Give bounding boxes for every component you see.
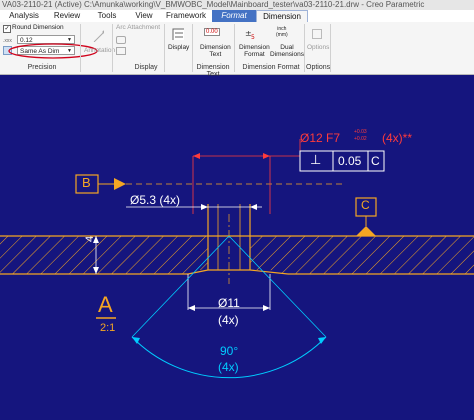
tab-framework[interactable]: Framework [160,10,212,22]
options-button[interactable]: Options [307,44,329,51]
dim-5-3[interactable]: Ø5.3 (4x) [130,193,180,207]
annotation-label[interactable]: Annotation [84,47,115,54]
display-group-label: Display [134,64,158,71]
dual-dimensions-button[interactable]: Dual Dimensions [270,44,304,58]
dimension-text-icon: 0.00 [204,28,220,36]
ribbon-panel: ✓ Round Dimension .xxx 0.12 ▼ Same As Dim… [0,22,474,78]
dim-11-count: (4x) [218,313,239,327]
dimension-text-button[interactable]: Dimension Text [200,44,231,58]
fcf-perpendicularity-icon: ⊥ [310,152,322,167]
display-button[interactable]: Display [168,44,189,51]
tab-review[interactable]: Review [48,10,86,22]
dimension-format-button[interactable]: Dimension Format [239,44,270,58]
tab-dimension[interactable]: Dimension [256,10,308,22]
display-icon [172,28,184,40]
drawing-canvas[interactable]: B C A 2:1 Ø12 F7 +0.03 +0.02 (4x)** ⊥ 0.… [0,74,474,420]
annotation-icon [93,30,104,42]
svg-text:5: 5 [251,34,255,39]
window-title: VA03-2110-21 (Active) C:\Amunka\working\… [0,0,474,10]
angle-count: (4x) [218,360,239,374]
scale-label: 2:1 [100,322,116,334]
display-option-icon [116,47,126,55]
dimension-format-icon: ±5 [245,29,255,39]
hole-tol-lower: +0.02 [354,136,367,142]
options-icon [312,29,322,39]
fcf-datum: C [371,154,380,168]
dual-dimensions-icon: inch (mm) [276,26,288,38]
hole-callout[interactable]: Ø12 F7 [300,131,340,145]
hole-tol-upper: +0.03 [354,129,367,135]
tab-tools[interactable]: Tools [86,10,128,22]
datum-c-label[interactable]: C [361,198,370,212]
tab-view[interactable]: View [128,10,160,22]
hole-count: (4x)** [382,131,413,145]
tab-analysis[interactable]: Analysis [0,10,48,22]
arc-attachment-label[interactable]: Arc Attachment [116,24,160,31]
angle-dim[interactable]: 90° [220,344,238,358]
dim-11[interactable]: Ø11 [218,296,240,310]
fcf-value[interactable]: 0.05 [338,154,361,168]
arc-icon [116,36,126,44]
datum-b-label[interactable]: B [82,175,91,190]
datum-a-label[interactable]: A [98,292,113,318]
dimension-format-group-label: Dimension Format [242,64,300,71]
tab-format[interactable]: Format [212,10,256,22]
options-group-label: Options [306,64,331,71]
precision-group-label: Precision [27,64,57,71]
dim-4[interactable]: 4 [84,236,96,242]
